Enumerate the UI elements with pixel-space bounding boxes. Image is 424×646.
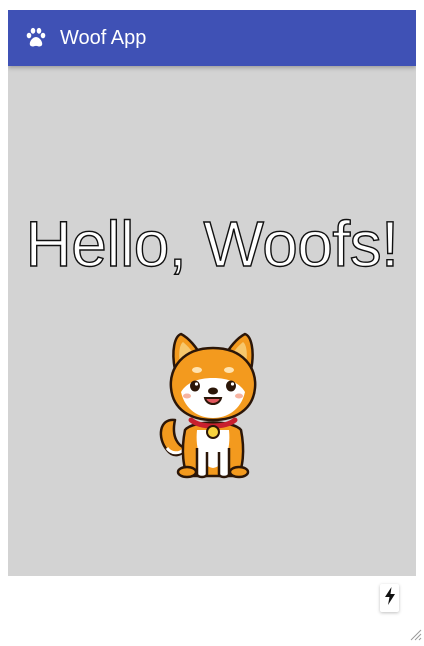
shiba-dog-illustration xyxy=(153,320,273,480)
lightning-bolt-icon xyxy=(384,586,396,610)
app-title: Woof App xyxy=(60,27,147,49)
app-frame: Woof App Hello, Woofs! xyxy=(8,10,416,576)
paw-icon xyxy=(24,26,48,50)
lightning-button[interactable] xyxy=(380,584,399,612)
app-bar: Woof App xyxy=(8,10,416,66)
resize-handle[interactable] xyxy=(408,627,422,641)
greeting-heading: Hello, Woofs! xyxy=(25,207,400,280)
